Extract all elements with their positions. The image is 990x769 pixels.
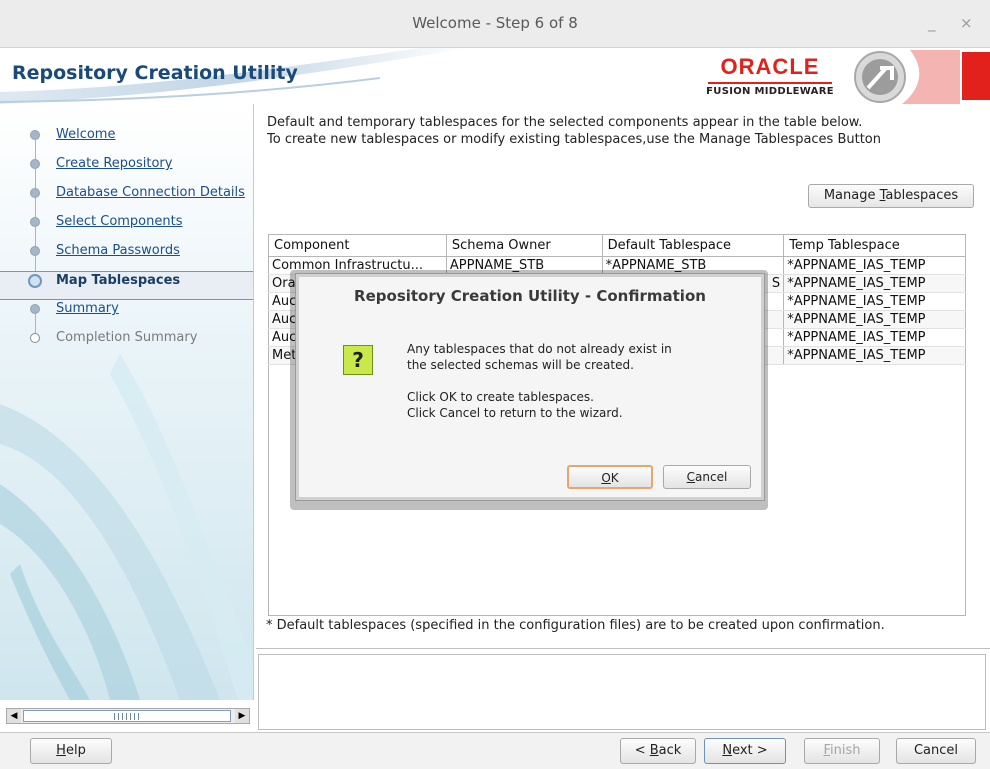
- dialog-message-line-1: Any tablespaces that do not already exis…: [407, 342, 672, 356]
- wizard-steps-list: Welcome Create Repository Database Conne…: [0, 126, 253, 358]
- minimize-icon[interactable]: _: [928, 14, 936, 32]
- button-mnemonic: B: [649, 743, 659, 758]
- column-header-default-tablespace[interactable]: Default Tablespace: [601, 234, 785, 257]
- scroll-right-icon[interactable]: ▶: [235, 709, 249, 723]
- fusion-emblem-icon: [854, 50, 960, 104]
- window-titlebar: Welcome - Step 6 of 8 _ ×: [0, 0, 990, 48]
- scrollbar-thumb[interactable]: [23, 710, 231, 722]
- step-marker-icon: [30, 159, 40, 169]
- brand-red-edge: [962, 52, 990, 100]
- cell-temp-tablespace[interactable]: *APPNAME_IAS_TEMP: [783, 328, 966, 347]
- table-header-row: Component Schema Owner Default Tablespac…: [268, 234, 966, 257]
- cell-temp-tablespace[interactable]: *APPNAME_IAS_TEMP: [783, 310, 966, 329]
- step-marker-icon: [30, 130, 40, 140]
- step-select-components[interactable]: Select Components: [0, 213, 253, 249]
- brand-subtitle: FUSION MIDDLEWARE: [706, 86, 834, 97]
- step-marker-icon: [30, 333, 40, 343]
- step-label[interactable]: Create Repository: [56, 156, 172, 171]
- button-mnemonic: N: [722, 743, 733, 758]
- question-icon: ?: [343, 345, 373, 375]
- step-create-repository[interactable]: Create Repository: [0, 155, 253, 191]
- scroll-left-icon[interactable]: ◀: [7, 709, 21, 723]
- cell-temp-tablespace[interactable]: *APPNAME_IAS_TEMP: [783, 256, 966, 275]
- cell-temp-tablespace[interactable]: *APPNAME_IAS_TEMP: [783, 346, 966, 365]
- button-label-post: ablespaces: [885, 188, 959, 203]
- step-label[interactable]: Welcome: [56, 127, 115, 142]
- dialog-cancel-button[interactable]: Cancel: [663, 465, 751, 489]
- step-schema-passwords[interactable]: Schema Passwords: [0, 242, 253, 278]
- intro-line-1: Default and temporary tablespaces for th…: [267, 115, 863, 130]
- step-welcome[interactable]: Welcome: [0, 126, 253, 162]
- step-marker-icon: [30, 246, 40, 256]
- column-header-temp-tablespace[interactable]: Temp Tablespace: [783, 234, 966, 257]
- scrollbar-grip: [114, 713, 142, 720]
- button-label-pre: <: [634, 743, 650, 758]
- button-label: K: [610, 471, 619, 485]
- step-marker-icon: [30, 188, 40, 198]
- cancel-button[interactable]: Cancel: [896, 738, 976, 764]
- step-database-connection-details[interactable]: Database Connection Details: [0, 184, 253, 220]
- dialog-ok-button[interactable]: OK: [567, 465, 653, 489]
- dialog-message-spacer: [407, 373, 672, 389]
- button-mnemonic: H: [56, 743, 66, 758]
- help-button[interactable]: Help: [30, 738, 112, 764]
- confirmation-dialog: Repository Creation Utility - Confirmati…: [296, 274, 764, 500]
- step-summary[interactable]: Summary: [0, 300, 253, 336]
- finish-button[interactable]: Finish: [804, 738, 880, 764]
- button-mnemonic: C: [686, 470, 696, 484]
- wizard-steps-sidebar: Welcome Create Repository Database Conne…: [0, 104, 254, 700]
- step-completion-summary: Completion Summary: [0, 329, 253, 358]
- step-marker-icon: [30, 217, 40, 227]
- manage-tablespaces-button[interactable]: Manage Tablespaces: [808, 184, 974, 208]
- button-mnemonic: O: [601, 471, 611, 485]
- step-map-tablespaces: Map Tablespaces: [0, 271, 253, 300]
- button-label: ancel: [695, 470, 728, 484]
- step-label[interactable]: Database Connection Details: [56, 185, 245, 200]
- close-icon[interactable]: ×: [960, 14, 973, 32]
- intro-text: Default and temporary tablespaces for th…: [267, 114, 881, 148]
- button-label: elp: [65, 743, 86, 758]
- column-header-schema-owner[interactable]: Schema Owner: [445, 234, 603, 257]
- dialog-message-line-3: Click OK to create tablespaces.: [407, 390, 594, 404]
- button-label-pre: Manage: [823, 188, 880, 203]
- next-button[interactable]: Next >: [704, 738, 786, 764]
- step-label: Completion Summary: [56, 330, 198, 345]
- step-label: Map Tablespaces: [56, 273, 181, 288]
- dialog-message: Any tablespaces that do not already exis…: [407, 341, 672, 421]
- window-title: Welcome - Step 6 of 8: [412, 14, 578, 32]
- step-label[interactable]: Schema Passwords: [56, 243, 180, 258]
- step-marker-icon: [30, 304, 40, 314]
- step-label[interactable]: Summary: [56, 301, 119, 316]
- cell-temp-tablespace[interactable]: *APPNAME_IAS_TEMP: [783, 292, 966, 311]
- wizard-button-bar: Help < Back Next > Finish Cancel: [0, 732, 990, 769]
- app-title: Repository Creation Utility: [12, 62, 298, 84]
- button-label: ext >: [732, 743, 768, 758]
- app-banner: Repository Creation Utility ORACLE FUSIO…: [0, 48, 990, 104]
- step-label[interactable]: Select Components: [56, 214, 182, 229]
- button-label: inish: [830, 743, 861, 758]
- brand-rule: [708, 82, 832, 84]
- oracle-logo: ORACLE FUSION MIDDLEWARE: [700, 54, 840, 97]
- dialog-title: Repository Creation Utility - Confirmati…: [354, 287, 706, 305]
- dialog-message-line-2: the selected schemas will be created.: [407, 358, 634, 372]
- back-button[interactable]: < Back: [620, 738, 696, 764]
- column-header-component[interactable]: Component: [268, 234, 447, 257]
- default-tablespaces-footnote: * Default tablespaces (specified in the …: [266, 618, 885, 633]
- sidebar-horizontal-scrollbar[interactable]: ◀ ▶: [6, 708, 250, 724]
- brand-name: ORACLE: [720, 54, 820, 79]
- cell-temp-tablespace[interactable]: *APPNAME_IAS_TEMP: [783, 274, 966, 293]
- current-step-marker-icon: [28, 274, 42, 288]
- intro-line-2: To create new tablespaces or modify exis…: [267, 132, 882, 147]
- message-pane: [258, 654, 986, 730]
- dialog-message-line-4: Click Cancel to return to the wizard.: [407, 406, 623, 420]
- button-label: ack: [658, 743, 682, 758]
